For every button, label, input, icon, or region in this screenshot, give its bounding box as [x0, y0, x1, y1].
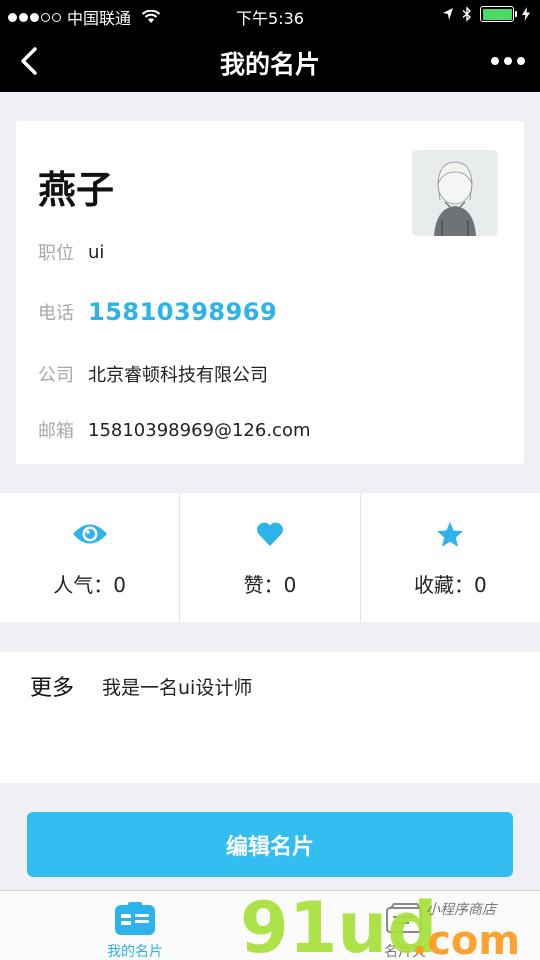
edit-card-button[interactable]: 编辑名片 — [27, 812, 513, 877]
position-value: ui — [88, 241, 105, 263]
stat-likes-text: 赞：0 — [243, 573, 297, 597]
phone-label: 电话 — [38, 303, 74, 324]
stat-favorites[interactable]: 收藏：0 — [361, 493, 540, 622]
stat-popularity-text: 人气：0 — [53, 573, 127, 597]
more-dots-icon — [491, 57, 499, 65]
stats-bar: 人气：0 赞：0 收藏：0 — [0, 493, 540, 622]
eye-icon — [72, 516, 108, 552]
nav-bar: 我的名片 — [0, 30, 540, 92]
more-description: 我是一名ui设计师 — [102, 677, 253, 699]
bluetooth-icon — [462, 6, 472, 22]
more-section: 更多 我是一名ui设计师 — [0, 652, 540, 783]
company-value: 北京睿顿科技有限公司 — [88, 365, 268, 386]
card-icon — [115, 902, 155, 935]
tab-card-holder-label: 名片夹 — [384, 944, 426, 960]
avatar-illustration — [412, 150, 498, 236]
tab-card-holder[interactable]: 名片夹 — [325, 891, 485, 960]
position-label: 职位 — [38, 243, 74, 264]
page-title: 我的名片 — [219, 50, 320, 79]
tab-my-card[interactable]: 我的名片 — [55, 891, 215, 960]
more-label: 更多 — [30, 676, 75, 701]
email-value: 15810398969@126.com — [88, 419, 311, 441]
stat-popularity[interactable]: 人气：0 — [0, 493, 181, 622]
card-holder-icon — [386, 903, 422, 933]
charging-icon — [522, 7, 530, 21]
more-button[interactable] — [488, 48, 528, 74]
card-row-phone[interactable]: 电话 15810398969 — [38, 298, 277, 326]
card-row-company: 公司 北京睿顿科技有限公司 — [38, 361, 268, 387]
star-icon — [432, 516, 468, 552]
tab-bar: 我的名片 名片夹 — [0, 890, 540, 960]
stat-likes[interactable]: 赞：0 — [180, 493, 361, 622]
status-right — [442, 6, 530, 22]
heart-icon — [252, 516, 288, 552]
avatar[interactable] — [412, 150, 498, 236]
location-arrow-icon — [443, 8, 453, 20]
card-name: 燕子 — [38, 168, 115, 212]
card-row-position: 职位 ui — [38, 239, 104, 265]
battery-icon — [480, 6, 517, 22]
status-bar: 中国联通 下午5:36 — [0, 0, 540, 30]
company-label: 公司 — [38, 365, 74, 386]
card-row-email: 邮箱 15810398969@126.com — [38, 417, 311, 443]
email-label: 邮箱 — [38, 421, 74, 442]
phone-value[interactable]: 15810398969 — [88, 298, 277, 326]
business-card: 燕子 职位 ui 电话 15810398969 公司 北京睿顿科技有限公司 邮箱… — [16, 121, 524, 464]
tab-my-card-label: 我的名片 — [107, 944, 163, 960]
stat-favorites-text: 收藏：0 — [413, 573, 487, 597]
